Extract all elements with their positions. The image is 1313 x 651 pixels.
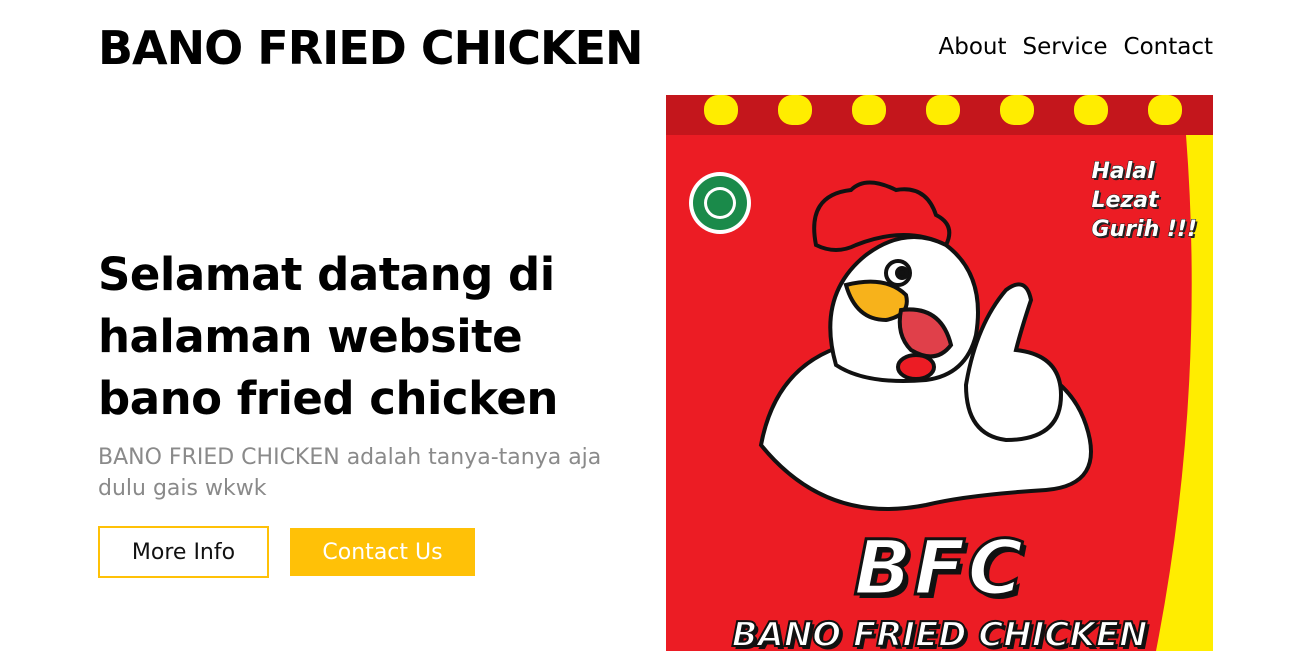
bfc-poster-image: Halal Lezat Gurih !!! BFC BANO FRIED CHI… — [666, 95, 1213, 651]
more-info-button[interactable]: More Info — [98, 526, 269, 578]
nav-contact[interactable]: Contact — [1124, 32, 1213, 62]
halal-badge-icon — [689, 172, 751, 234]
brand-title: BANO FRIED CHICKEN — [98, 21, 644, 75]
slogan-line-1: Halal — [1091, 159, 1155, 185]
hero-title: Selamat datang di halaman website bano f… — [98, 248, 558, 425]
poster-brand-name: BANO FRIED CHICKEN — [731, 614, 1149, 651]
main-nav: About Service Contact — [938, 32, 1213, 62]
nav-about[interactable]: About — [938, 32, 1006, 62]
chicken-mascot-icon — [758, 180, 1093, 511]
bfc-logo-text: BFC — [852, 522, 1026, 614]
hero-subtitle: BANO FRIED CHICKEN adalah tanya-tanya aj… — [98, 445, 602, 501]
contact-us-button[interactable]: Contact Us — [290, 528, 475, 576]
slogan-line-2: Lezat — [1091, 188, 1159, 214]
nav-service[interactable]: Service — [1023, 32, 1108, 62]
poster-slogan: Halal Lezat Gurih !!! — [1091, 157, 1198, 244]
slogan-line-3: Gurih !!! — [1091, 217, 1198, 243]
